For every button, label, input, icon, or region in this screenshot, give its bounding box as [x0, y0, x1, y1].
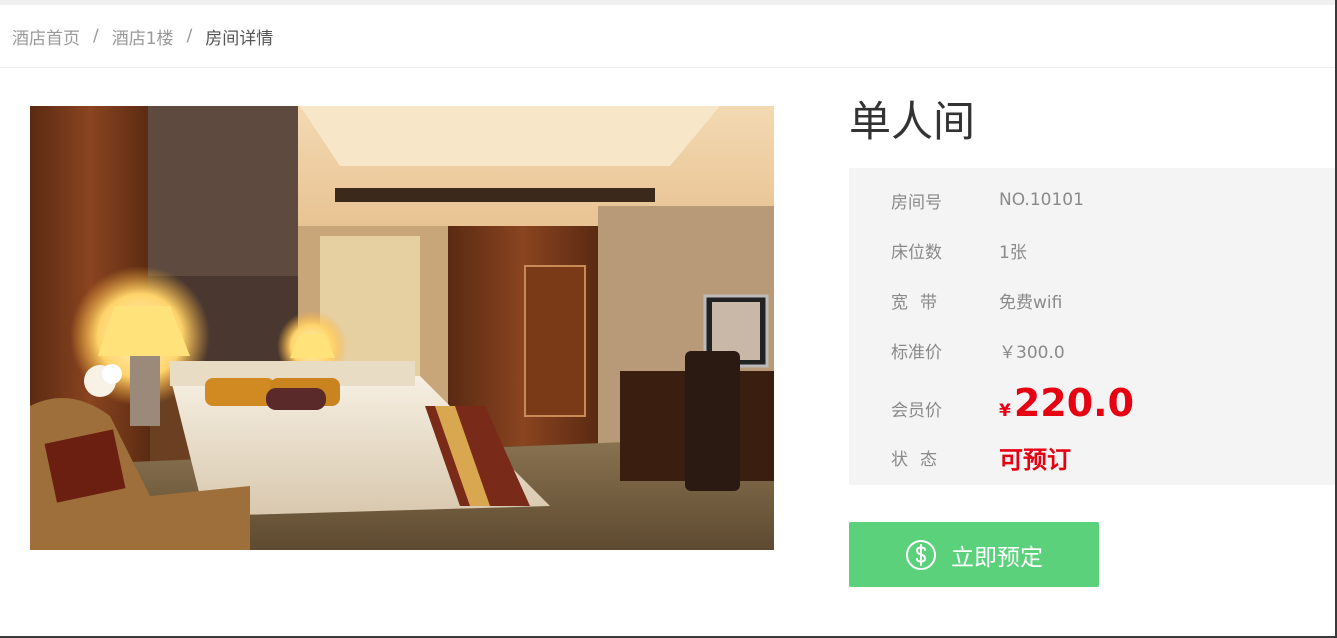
room-number-label: 房间号	[891, 192, 942, 213]
broadband-row: 宽带 免费wifi	[849, 288, 1335, 313]
member-price-row: 会员价 ¥ 220.0	[849, 380, 1335, 426]
room-photo	[30, 106, 774, 550]
bed-count-value: 1张	[999, 242, 1027, 263]
breadcrumb-hotel-home[interactable]: 酒店首页	[12, 24, 80, 49]
room-title: 单人间	[849, 97, 976, 146]
currency-symbol: ¥	[999, 401, 1011, 421]
room-number-value: NO.10101	[999, 190, 1084, 210]
status-label: 状态	[891, 449, 949, 470]
breadcrumb-floor-1[interactable]: 酒店1楼	[112, 24, 174, 49]
breadcrumb-separator: /	[186, 26, 193, 46]
broadband-label: 宽带	[891, 292, 949, 313]
breadcrumb-separator: /	[93, 26, 99, 46]
standard-price-row: 标准价 ￥300.0	[849, 338, 1335, 363]
status-badge: 可预订	[999, 445, 1071, 474]
standard-price-value: ￥300.0	[999, 342, 1065, 363]
bed-count-row: 床位数 1张	[849, 238, 1335, 263]
room-number-row: 房间号 NO.10101	[849, 188, 1335, 213]
breadcrumb-divider	[0, 67, 1335, 68]
member-price-label: 会员价	[891, 401, 942, 421]
status-row: 状态 可预订	[849, 442, 1335, 474]
broadband-value: 免费wifi	[999, 292, 1063, 313]
breadcrumb-current: 房间详情	[205, 28, 274, 49]
member-price-value: ¥ 220.0	[999, 381, 1134, 425]
book-now-button[interactable]: 立即预定	[849, 522, 1099, 587]
top-strip	[0, 0, 1337, 5]
standard-price-label: 标准价	[891, 342, 942, 363]
room-info-panel: 房间号 NO.10101 床位数 1张 宽带 免费wifi 标准价 ￥300.0…	[849, 168, 1335, 485]
breadcrumb: 酒店首页 / 酒店1楼 / 房间详情	[12, 24, 274, 49]
dollar-circle-icon	[905, 539, 937, 571]
bed-count-label: 床位数	[891, 242, 942, 263]
book-now-label: 立即预定	[951, 544, 1043, 571]
member-price-amount: 220.0	[1013, 381, 1135, 425]
